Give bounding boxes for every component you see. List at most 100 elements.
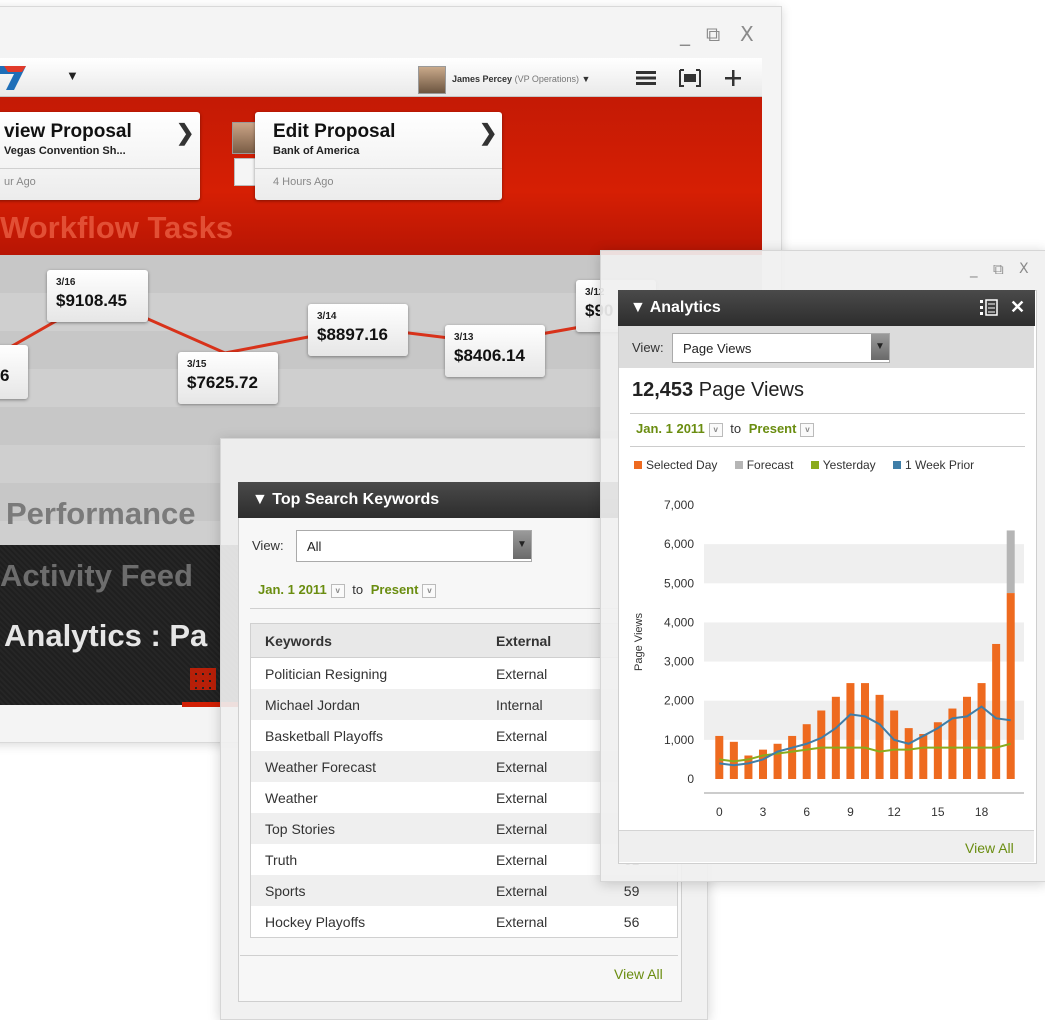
chevron-down-icon[interactable]: v [708,422,723,437]
x-tick-label: 12 [887,805,901,819]
type-cell: External [495,913,548,930]
grid-icon[interactable] [190,668,216,690]
performance-heading: Performance [6,496,196,531]
legend-label: Selected Day [646,458,718,472]
selected-day-bar [860,683,870,779]
logo-dropdown-icon[interactable]: ▼ [66,68,79,83]
y-tick-label: 0 [687,772,694,786]
keyword-cell: Truth [265,851,298,868]
user-menu[interactable]: James Percey (VP Operations) ▼ [418,66,618,94]
keyword-cell: Sports [250,875,482,906]
selected-day-bar [773,743,782,779]
date-from[interactable]: Jan. 1 2011 [258,582,327,597]
y-tick-label: 6,000 [664,537,694,551]
analytics-panel-title: ▼ Analytics [630,299,721,316]
analytics-view-select[interactable]: Page Views ▼ [672,333,890,363]
page-views-total: 12,453 Page Views [632,379,804,402]
legend-label: Forecast [746,458,794,472]
forecast-bar [1006,530,1015,594]
total-label: Page Views [698,379,804,401]
task-subtitle: Bank of America [273,145,360,157]
chevron-down-icon[interactable]: ▼ [513,531,531,559]
plus-icon[interactable] [724,69,742,87]
legend-item: Selected Day [634,458,717,472]
select-value: Page Views [683,341,752,356]
analytics-date-range: Jan. 1 2011 v to Present v [636,421,815,437]
selected-day-bar [817,710,826,779]
price-card[interactable]: 3/14 $8897.16 [308,304,408,356]
price-card[interactable]: 3/13 $8406.14 [445,325,545,377]
keyword-cell: Hockey Playoffs [265,913,366,930]
select-value: All [307,539,322,554]
column-header-external[interactable]: External [481,623,610,658]
column-header-keywords[interactable]: Keywords [250,623,482,658]
date-from[interactable]: Jan. 1 2011 [636,421,705,436]
view-label: View: [632,340,664,355]
task-title: view Proposal [4,121,132,142]
selected-day-bar [962,696,972,779]
selected-day-bar [904,728,913,779]
type-cell: External [481,813,610,844]
page-views-chart: 7,000 6,000 5,000 4,000 3,000 2,000 1,000 0 Page… [633,498,1024,819]
minimize-icon[interactable]: _ [970,260,978,278]
task-card-view-proposal[interactable]: view Proposal Vegas Convention Sh... ur … [0,112,200,200]
price-card[interactable]: 3/15 $7625.72 [178,352,278,404]
list-icon[interactable] [636,70,656,86]
legend-label: 1 Week Prior [905,458,975,472]
analytics-view-all-link[interactable]: View All [965,840,1014,856]
price-value: $8897.16 [317,325,388,344]
selected-day-bar [802,724,811,779]
selected-day-bar [831,696,840,779]
price-card[interactable]: 3/16 $9108.45 [47,270,148,322]
chevron-down-icon[interactable]: v [422,583,437,598]
table-row[interactable]: Hockey Playoffs External 56 [251,906,678,938]
y-tick-label: 2,000 [664,694,694,708]
window-icon[interactable] [678,68,702,88]
divider [240,955,678,956]
analytics-panel-header[interactable]: ▼ Analytics ✕ [618,290,1035,326]
legend-swatch [810,461,819,469]
keyword-cell: Weather [265,789,318,806]
workflow-heading: Workflow Tasks [0,210,234,245]
close-icon[interactable]: X [740,22,754,46]
price-card[interactable]: 6 [0,345,28,399]
date-to[interactable]: Present [371,582,419,597]
selected-day-bar [715,735,724,779]
price-date: 3/16 [56,277,76,288]
minimize-icon[interactable]: _ [680,22,690,46]
chart-legend: Selected Day Forecast Yesterday 1 Week P… [634,458,974,472]
date-to[interactable]: Present [749,421,797,436]
restore-icon[interactable]: ⧉ [706,22,720,46]
keywords-view-all-link[interactable]: View All [614,966,663,982]
grid-band [704,544,1024,584]
close-icon[interactable]: X [1019,261,1029,277]
keyword-cell: Basketball Playoffs [265,727,384,744]
keywords-view-select[interactable]: All ▼ [296,530,532,562]
type-cell: External [495,851,548,868]
keyword-cell: Weather Forecast [250,751,482,782]
chevron-down-icon[interactable]: ▼ [871,334,889,360]
chevron-down-icon[interactable]: v [800,422,815,437]
selected-day-bar [788,735,797,779]
x-tick-label: 0 [716,805,723,819]
price-date: 3/14 [317,311,337,322]
y-axis-label: Page Views [633,613,645,671]
app-logo[interactable] [0,62,28,92]
chevron-right-icon: ❯ [176,120,195,145]
divider [630,446,1025,447]
price-date: 3/15 [187,359,207,370]
chevron-right-icon: ❯ [479,120,498,145]
selected-day-bar [1006,593,1015,779]
task-card-edit-proposal[interactable]: Edit Proposal Bank of America 4 Hours Ag… [255,112,502,200]
close-icon[interactable]: ✕ [1010,297,1025,318]
user-dropdown-icon[interactable]: ▼ [581,74,590,84]
selected-day-bar [875,694,884,779]
restore-icon[interactable]: ⧉ [993,260,1004,278]
avatar [418,66,446,94]
task-time: 4 Hours Ago [273,176,334,188]
keyword-cell: Michael Jordan [250,689,482,720]
list-icon[interactable] [980,299,998,317]
y-tick-label: 5,000 [664,576,694,590]
chevron-down-icon[interactable]: v [330,583,345,598]
legend-swatch [893,461,902,469]
